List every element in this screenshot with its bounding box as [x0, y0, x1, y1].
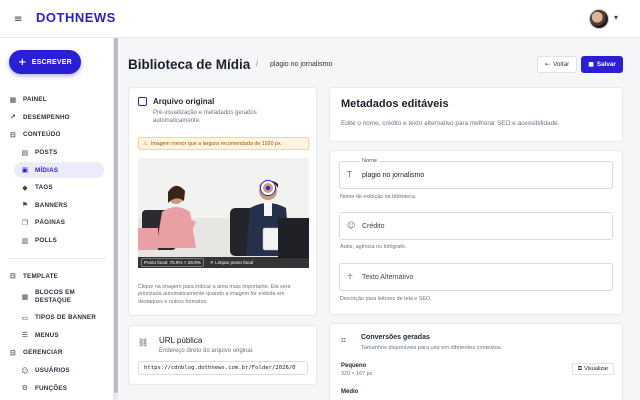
original-file-card: Arquivo original Pré-visualização e meta…	[128, 87, 317, 316]
sidebar-item-posts[interactable]: ▤ POSTS	[0, 144, 114, 162]
sidebar-item-tipos-de-banner[interactable]: ▭ TIPOS DE BANNER	[0, 309, 114, 327]
sidebar-group-gerenciar[interactable]: ⊟ GERENCIAR	[0, 344, 114, 362]
warning-icon: ⚠	[143, 140, 148, 147]
arrow-left-icon: ←	[544, 61, 551, 68]
menu-icon: ☰	[21, 331, 29, 340]
focal-point-marker[interactable]	[260, 180, 275, 195]
pages-icon: ❐	[21, 218, 29, 227]
avatar[interactable]	[589, 9, 609, 29]
sidebar: + ESCREVER ▦ PAINEL ↗ DESEMPENHO ⊟ CONTEÚDO…	[0, 38, 114, 400]
alt-text-placeholder: Texto Alternativo	[362, 274, 414, 281]
alt-text-helper: Descrição para leitores de tela e SEO.	[340, 296, 432, 302]
metadata-title: Metadados editáveis	[341, 98, 449, 110]
public-url-subtitle: Endereço direto do arquivo original.	[159, 348, 254, 354]
sidebar-nav: ▦ PAINEL ↗ DESEMPENHO ⊟ CONTEÚDO ▤ POSTS ▣ MÍ…	[0, 91, 114, 397]
accessibility-icon: ☥	[347, 272, 353, 281]
collapse-icon: ⊟	[9, 272, 17, 281]
focal-hint: Clique na imagem para indicar a área mai…	[138, 284, 291, 305]
brand-logo[interactable]: DOTHNEWS	[36, 10, 116, 25]
name-value: plagio no jornalismo	[362, 172, 425, 179]
original-file-subtitle: Pré-visualização e metadados gerados aut…	[153, 110, 257, 124]
chevron-down-icon[interactable]: ▾	[614, 13, 618, 22]
image-preview[interactable]: Ponto focal: 75.9% × 26.9% ✕ Limpar pont…	[138, 158, 309, 268]
banner-type-icon: ▭	[21, 313, 29, 322]
save-button[interactable]: ■ Salvar	[581, 56, 623, 73]
name-field[interactable]: Nome T plagio no jornalismo	[339, 158, 613, 189]
sidebar-group-conteudo[interactable]: ⊟ CONTEÚDO	[0, 126, 114, 144]
sidebar-item-painel[interactable]: ▦ PAINEL	[0, 91, 114, 109]
grid-icon: ▦	[9, 95, 17, 104]
text-icon: T	[347, 170, 352, 179]
public-url-card: ⛓ URL pública Endereço direto do arquivo…	[128, 325, 317, 385]
sidebar-item-polls[interactable]: ▥ POLLS	[0, 232, 114, 250]
conversion-name: Médio	[341, 389, 359, 395]
name-helper: Nome de exibição na biblioteca.	[340, 194, 417, 200]
hamburger-icon[interactable]: ≡	[14, 14, 22, 25]
focal-point-value: Ponto focal: 75.9% × 26.9%	[141, 258, 204, 267]
write-button-label: ESCREVER	[31, 58, 72, 66]
breadcrumb-separator: /	[256, 61, 258, 68]
trend-icon: ↗	[9, 113, 17, 122]
back-button[interactable]: ← Voltar	[537, 56, 577, 73]
image-icon: ▣	[21, 166, 29, 175]
write-button[interactable]: + ESCREVER	[9, 50, 81, 74]
conversions-card: ⌗ Conversões geradas Tamanhos disponívei…	[329, 323, 623, 400]
preview-button[interactable]: ⧉ Visualizar	[572, 363, 614, 375]
crop-icon: ⌗	[341, 336, 347, 346]
sidebar-item-funcoes[interactable]: ⚙ FUNÇÕES	[0, 379, 114, 397]
fields-card: Nome T plagio no jornalismo Nome de exib…	[329, 150, 623, 315]
poll-icon: ▥	[21, 236, 29, 245]
public-url-title: URL pública	[159, 336, 203, 345]
focal-bar: Ponto focal: 75.9% × 26.9% ✕ Limpar pont…	[138, 257, 309, 268]
link-icon: ⛓	[138, 338, 149, 347]
conversions-subtitle: Tamanhos disponíveis para uso em diferen…	[361, 345, 503, 351]
conversion-name: Pequeno	[341, 363, 367, 369]
page-title: Biblioteca de Mídia	[128, 57, 251, 72]
collapse-icon: ⊟	[9, 348, 17, 357]
sidebar-item-blocos-em-destaque[interactable]: ▦ BLOCOS EM DESTAQUE	[0, 285, 114, 309]
file-icon	[138, 97, 147, 106]
users-icon: ☺	[21, 366, 29, 375]
credit-field[interactable]: ☺ Crédito	[339, 212, 613, 240]
size-warning: ⚠ Imagem menor que a largura recomendada…	[138, 137, 309, 150]
credit-placeholder: Crédito	[362, 223, 385, 230]
flag-icon: ⚑	[21, 201, 29, 210]
sidebar-item-menus[interactable]: ☰ MENUS	[0, 327, 114, 345]
public-url-field[interactable]: https://cdnblog.dothnews.com.br/Folder/2…	[138, 361, 308, 375]
sidebar-scrollbar-thumb[interactable]	[114, 38, 118, 393]
photo-illustration	[138, 158, 309, 268]
metadata-subtitle: Edite o nome, crédito e texto alternativ…	[341, 120, 560, 127]
document-icon: ▤	[21, 148, 29, 157]
clear-focal-button[interactable]: ✕ Limpar ponto focal	[210, 260, 253, 266]
collapse-icon: ⊟	[9, 130, 17, 139]
tag-icon: ◆	[22, 183, 28, 192]
blocks-icon: ▦	[21, 292, 29, 301]
alt-text-field[interactable]: ☥ Texto Alternativo	[339, 263, 613, 291]
roles-icon: ⚙	[21, 384, 29, 393]
credit-helper: Autor, agência ou fotógrafo.	[340, 244, 407, 250]
sidebar-item-paginas[interactable]: ❐ PÁGINAS	[0, 214, 114, 232]
sidebar-item-banners[interactable]: ⚑ BANNERS	[0, 197, 114, 215]
sidebar-item-usuarios[interactable]: ☺ USUÁRIOS	[0, 362, 114, 380]
name-label: Nome	[360, 158, 379, 164]
original-file-title: Arquivo original	[153, 97, 215, 106]
metadata-card: Metadados editáveis Edite o nome, crédit…	[329, 87, 623, 142]
sidebar-divider	[8, 258, 106, 260]
sidebar-item-midias[interactable]: ▣ MÍDIAS	[0, 161, 114, 179]
conversions-title: Conversões geradas	[361, 334, 430, 341]
breadcrumb: plagio no jornalismo	[270, 61, 333, 68]
external-link-icon: ⧉	[577, 365, 583, 372]
conversion-size: 320 × 167 px	[341, 371, 373, 377]
sidebar-item-tags[interactable]: ◆ TAGS	[0, 179, 114, 197]
sidebar-group-template[interactable]: ⊟ TEMPLATE	[0, 267, 114, 285]
plus-icon: +	[18, 56, 27, 68]
user-icon: ☺	[347, 221, 356, 230]
save-icon: ■	[588, 61, 594, 68]
top-bar: ≡ DOTHNEWS ▾	[0, 0, 640, 38]
sidebar-item-desempenho[interactable]: ↗ DESEMPENHO	[0, 109, 114, 127]
